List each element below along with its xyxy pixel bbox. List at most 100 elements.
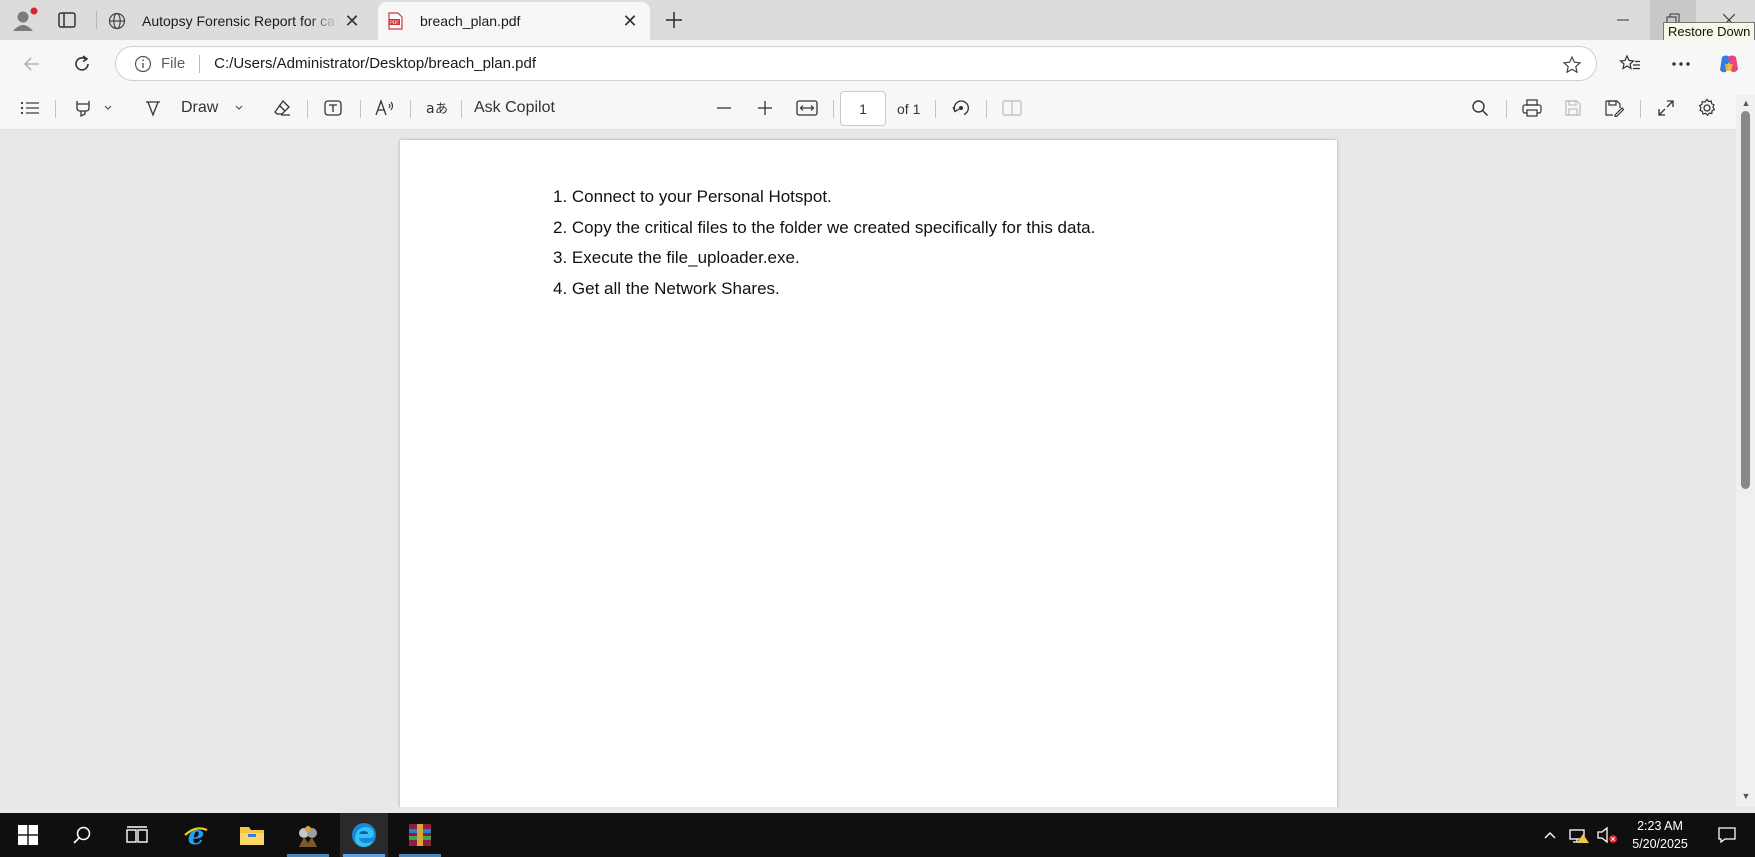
contents-button[interactable] [16, 93, 44, 123]
info-icon[interactable] [134, 55, 152, 73]
toolbar-separator [1506, 100, 1507, 118]
minimize-button[interactable] [1600, 0, 1646, 40]
edge-icon [352, 823, 376, 847]
pdf-viewer[interactable]: 1. Connect to your Personal Hotspot. 2. … [4, 131, 1736, 807]
translate-icon: aあ [426, 101, 447, 117]
task-view-icon [126, 826, 148, 843]
tab-breach-plan[interactable]: PDF breach_plan.pdf ✕ [378, 2, 650, 40]
highlight-button[interactable] [68, 93, 118, 123]
taskbar: e 2:23 AM 5/20/2025 [0, 813, 1755, 857]
more-options-button[interactable] [1665, 48, 1697, 80]
document-list: 1. Connect to your Personal Hotspot. 2. … [553, 182, 1095, 304]
scroll-thumb[interactable] [1741, 111, 1750, 489]
back-button[interactable] [16, 48, 48, 80]
tab-divider [96, 11, 97, 29]
task-view-button[interactable] [113, 813, 161, 857]
fit-to-width-button[interactable] [793, 93, 821, 123]
ask-copilot-button[interactable]: Ask Copilot [474, 93, 586, 123]
find-button[interactable] [1466, 93, 1494, 123]
url-text[interactable]: C:/Users/Administrator/Desktop/breach_pl… [214, 55, 536, 72]
draw-icon [146, 101, 160, 117]
start-button[interactable] [4, 813, 52, 857]
page-view-button[interactable] [998, 93, 1026, 123]
zoom-in-button[interactable] [751, 93, 779, 123]
favorite-star-icon[interactable] [1562, 55, 1582, 75]
svg-text:あ: あ [435, 102, 447, 117]
winrar-icon [409, 824, 431, 846]
rotate-button[interactable] [947, 93, 975, 123]
eraser-icon [274, 100, 290, 116]
scroll-down-icon[interactable]: ▼ [1741, 791, 1751, 801]
globe-icon [108, 12, 126, 30]
list-item: 3. Execute the file_uploader.exe. [553, 248, 800, 268]
svg-text:a: a [426, 101, 435, 117]
tooltip: Restore Down [1663, 22, 1755, 41]
app-taskbar-button[interactable] [284, 813, 332, 857]
pdf-page: 1. Connect to your Personal Hotspot. 2. … [400, 140, 1337, 807]
tab-autopsy-report[interactable]: Autopsy Forensic Report for case ✕ [100, 2, 372, 40]
gear-icon [1698, 98, 1716, 117]
favorites-button[interactable] [1614, 48, 1646, 80]
winrar-taskbar-button[interactable] [396, 813, 444, 857]
action-center-button[interactable] [1704, 813, 1750, 857]
plus-icon [758, 101, 772, 115]
toolbar-separator [410, 100, 411, 118]
ask-copilot-label: Ask Copilot [474, 99, 555, 116]
toolbar-separator [986, 100, 987, 118]
app-icon [299, 826, 317, 847]
volume-status[interactable] [1594, 813, 1620, 857]
save-icon [1565, 100, 1581, 116]
search-icon [1472, 100, 1489, 117]
windows-start-icon [18, 825, 38, 845]
system-clock[interactable]: 2:23 AM 5/20/2025 [1620, 817, 1700, 853]
text-box-icon [324, 100, 342, 116]
ellipsis-icon [1672, 62, 1690, 66]
zoom-out-button[interactable] [710, 93, 738, 123]
pdf-toolbar: Draw aあ Ask Copilot of 1 [0, 87, 1755, 130]
read-aloud-button[interactable] [371, 93, 399, 123]
page-count-label: of 1 [897, 101, 921, 117]
add-text-button[interactable] [319, 93, 347, 123]
highlighter-icon [76, 101, 90, 118]
copilot-button[interactable] [1713, 48, 1745, 80]
network-icon [1569, 829, 1589, 843]
tab-title: Autopsy Forensic Report for case [142, 13, 338, 29]
list-item: 2. Copy the critical files to the folder… [553, 217, 1096, 237]
save-as-icon [1605, 100, 1624, 117]
draw-button[interactable]: Draw [143, 93, 249, 123]
two-page-view-icon [1002, 100, 1022, 116]
page-number-input[interactable] [840, 91, 886, 126]
profile-icon[interactable] [10, 6, 38, 34]
settings-button[interactable] [1693, 93, 1721, 123]
print-button[interactable] [1518, 93, 1546, 123]
refresh-button[interactable] [66, 48, 98, 80]
taskbar-search-button[interactable] [58, 813, 106, 857]
tab-actions-icon[interactable] [56, 9, 78, 31]
minimize-icon [1617, 19, 1629, 21]
edge-taskbar-button[interactable] [340, 813, 388, 857]
close-tab-icon[interactable]: ✕ [338, 7, 366, 35]
file-explorer-taskbar-button[interactable] [228, 813, 276, 857]
refresh-icon [75, 55, 89, 71]
scroll-up-icon[interactable]: ▲ [1741, 98, 1751, 108]
file-explorer-icon [240, 827, 264, 845]
vertical-scrollbar[interactable]: ▲ ▼ [1736, 95, 1755, 807]
network-status[interactable] [1566, 813, 1592, 857]
fit-width-icon [796, 100, 818, 116]
full-screen-button[interactable] [1652, 93, 1680, 123]
internet-explorer-taskbar-button[interactable]: e [172, 813, 220, 857]
volume-muted-icon [1597, 826, 1617, 844]
chevron-down-icon [235, 105, 243, 110]
clock-date: 5/20/2025 [1632, 837, 1688, 851]
save-button[interactable] [1559, 93, 1587, 123]
save-as-button[interactable] [1600, 93, 1628, 123]
translate-button[interactable]: aあ [422, 93, 450, 123]
new-tab-button[interactable] [660, 6, 688, 34]
toolbar-separator [307, 100, 308, 118]
close-tab-icon[interactable]: ✕ [616, 7, 644, 35]
show-hidden-icons-button[interactable] [1538, 813, 1562, 857]
pdf-icon: PDF [386, 12, 404, 30]
erase-button[interactable] [268, 93, 296, 123]
address-bar[interactable]: File C:/Users/Administrator/Desktop/brea… [115, 46, 1597, 81]
minus-icon [717, 107, 731, 109]
